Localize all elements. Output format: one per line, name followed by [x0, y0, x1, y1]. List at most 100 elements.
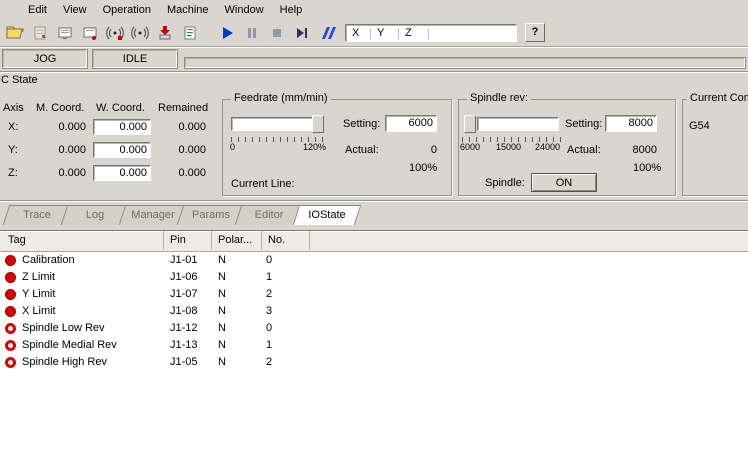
axis-display-x: X: [352, 26, 360, 39]
menu-help[interactable]: Help: [272, 3, 311, 17]
toolbar: X Y Z ?: [0, 19, 748, 47]
spindle-slider[interactable]: [477, 117, 559, 131]
axis-display-y: Y: [377, 26, 385, 39]
tab-trace[interactable]: Trace: [2, 205, 72, 225]
menu-machine[interactable]: Machine: [159, 3, 217, 17]
menu-view[interactable]: View: [55, 3, 95, 17]
bottom-tab-strip: Trace Log Manager Params Editor IOState: [1, 205, 362, 225]
help-button[interactable]: ?: [525, 23, 545, 42]
axis-label: X:: [8, 121, 19, 133]
start-icon[interactable]: [216, 22, 238, 44]
work-coord-field[interactable]: 0.000: [93, 165, 151, 181]
skip-icon[interactable]: [316, 22, 338, 44]
tab-log[interactable]: Log: [60, 205, 130, 225]
io-header-tag[interactable]: Tag: [0, 231, 164, 250]
step-icon[interactable]: [291, 22, 313, 44]
spindle-group: Spindle rev: 6000 15000 24000 Setting: 8…: [458, 92, 676, 196]
axis-label: Y:: [8, 144, 18, 156]
io-table-row[interactable]: Z Limit J1-06 N 1: [0, 269, 748, 286]
io-pin: J1-07: [170, 288, 198, 300]
spindle-scale-tick-2: 15000: [496, 142, 522, 152]
download-to-machine-icon[interactable]: [154, 22, 176, 44]
io-indicator-icon: [5, 323, 16, 334]
feedrate-slider-thumb[interactable]: [312, 115, 324, 133]
current-command-title: Current Com: [687, 92, 748, 104]
io-polarity: N: [218, 271, 226, 283]
new-file-icon[interactable]: [29, 22, 51, 44]
feedrate-group-title: Feedrate (mm/min): [231, 92, 331, 104]
io-polarity: N: [218, 356, 226, 368]
feedrate-scale-max: 120%: [303, 142, 327, 152]
io-polarity: N: [218, 254, 226, 266]
io-table-row[interactable]: Calibration J1-01 N 0: [0, 252, 748, 269]
separator-line: [0, 200, 748, 201]
io-header-polarity[interactable]: Polar...: [212, 231, 262, 250]
feedrate-setting-value: 6000: [408, 117, 433, 129]
tab-iostate[interactable]: IOState: [292, 205, 362, 225]
machine-coord-value: 0.000: [58, 144, 86, 156]
io-table-row[interactable]: Y Limit J1-07 N 2: [0, 286, 748, 303]
menu-operation[interactable]: Operation: [95, 3, 159, 17]
feedrate-actual-value: 0: [430, 144, 437, 156]
pause-icon[interactable]: [241, 22, 263, 44]
io-table-row[interactable]: X Limit J1-08 N 3: [0, 303, 748, 320]
edit-program-icon[interactable]: [179, 22, 201, 44]
io-tag: Spindle Medial Rev: [22, 339, 117, 351]
io-table-row[interactable]: Spindle Medial Rev J1-13 N 1: [0, 337, 748, 354]
separator-line: [0, 71, 748, 72]
current-line-label: Current Line:: [231, 178, 295, 190]
wireless-icon[interactable]: [129, 22, 151, 44]
spindle-on-button[interactable]: ON: [531, 173, 597, 192]
axis-display-divider: [398, 27, 399, 39]
io-table-row[interactable]: Spindle Low Rev J1-12 N 0: [0, 320, 748, 337]
axis-label: Z:: [8, 167, 18, 179]
io-header-no[interactable]: No.: [262, 231, 310, 250]
mode-indicator-label: JOG: [33, 53, 57, 65]
coord-row: X: 0.000 0.000 0.000: [0, 117, 216, 140]
tab-editor[interactable]: Editor: [234, 205, 304, 225]
io-no: 2: [266, 356, 273, 368]
coord-header-wcoord: W. Coord.: [96, 102, 145, 114]
spindle-slider-thumb[interactable]: [464, 115, 476, 133]
work-coord-field[interactable]: 0.000: [93, 142, 151, 158]
io-tag: Spindle Low Rev: [22, 322, 105, 334]
axis-display[interactable]: X Y Z: [345, 23, 517, 42]
feedrate-setting-field[interactable]: 6000: [385, 115, 437, 132]
io-pin: J1-06: [170, 271, 198, 283]
feedrate-scale-min: 0: [230, 142, 236, 152]
open-file-icon[interactable]: [4, 22, 26, 44]
simulate-icon[interactable]: [104, 22, 126, 44]
spindle-setting-field[interactable]: 8000: [605, 115, 657, 132]
io-no: 1: [266, 339, 273, 351]
io-polarity: N: [218, 288, 226, 300]
spindle-actual-label: Actual:: [567, 144, 601, 156]
tab-label: IOState: [308, 209, 346, 221]
remained-value: 0.000: [178, 167, 206, 179]
work-coord-field[interactable]: 0.000: [93, 119, 151, 135]
tab-manager[interactable]: Manager: [118, 205, 188, 225]
tab-label: Editor: [254, 209, 284, 221]
feedrate-slider[interactable]: [231, 117, 316, 131]
spindle-scale-tick-3: 24000: [535, 142, 561, 152]
io-table-row[interactable]: Spindle High Rev J1-05 N 2: [0, 354, 748, 371]
menu-window[interactable]: Window: [217, 3, 272, 17]
axis-display-z: Z: [405, 26, 412, 39]
tab-label: Trace: [23, 209, 51, 221]
tab-params[interactable]: Params: [176, 205, 246, 225]
io-indicator-icon: [5, 255, 16, 266]
io-header-pin[interactable]: Pin: [164, 231, 212, 250]
io-indicator-icon: [5, 306, 16, 317]
io-table-header: Tag Pin Polar... No.: [0, 231, 748, 252]
trace-window-icon[interactable]: [54, 22, 76, 44]
io-polarity: N: [218, 322, 226, 334]
coord-header-remained: Remained: [158, 102, 209, 114]
coord-rows: X: 0.000 0.000 0.000 Y: 0.000 0.000 0.000 Z: 0.00…: [0, 117, 216, 186]
state-indicator-label: IDLE: [122, 53, 148, 65]
machine-coord-value: 0.000: [58, 167, 86, 179]
stop-icon[interactable]: [266, 22, 288, 44]
screen-monitor-icon[interactable]: [79, 22, 101, 44]
coord-row: Y: 0.000 0.000 0.000: [0, 140, 216, 163]
menu-edit[interactable]: Edit: [20, 3, 55, 17]
spindle-setting-value: 8000: [628, 117, 653, 129]
current-command-group: Current Com G54: [682, 92, 748, 196]
